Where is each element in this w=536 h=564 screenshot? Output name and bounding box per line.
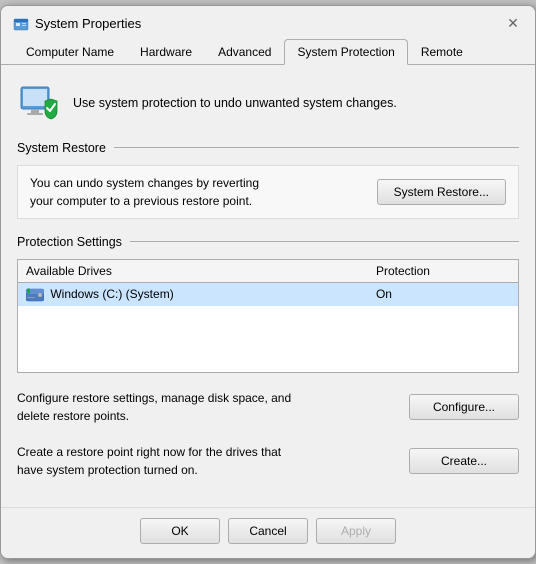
table-row[interactable]: Windows (C:) (System) On [18, 282, 519, 306]
cancel-button[interactable]: Cancel [228, 518, 308, 544]
dialog-footer: OK Cancel Apply [1, 507, 535, 558]
tab-hardware[interactable]: Hardware [127, 39, 205, 65]
drive-name: Windows (C:) (System) [18, 282, 368, 306]
system-restore-title: System Restore [17, 141, 106, 155]
system-restore-section: System Restore You can undo system chang… [17, 141, 519, 219]
window-icon [13, 16, 29, 32]
create-description: Create a restore point right now for the… [17, 443, 281, 479]
ok-button[interactable]: OK [140, 518, 220, 544]
configure-button[interactable]: Configure... [409, 394, 519, 420]
system-restore-header: System Restore [17, 141, 519, 155]
col-available-drives: Available Drives [18, 259, 368, 282]
tab-advanced[interactable]: Advanced [205, 39, 284, 65]
tab-remote[interactable]: Remote [408, 39, 476, 65]
section-divider-2 [130, 241, 519, 242]
system-protection-icon [17, 81, 61, 125]
table-row-empty-2 [18, 328, 519, 350]
create-button[interactable]: Create... [409, 448, 519, 474]
drives-table: Available Drives Protection [17, 259, 519, 373]
system-restore-description: You can undo system changes by reverting… [30, 174, 259, 210]
close-button[interactable]: ✕ [503, 14, 523, 34]
hdd-icon [26, 287, 50, 301]
configure-row: Configure restore settings, manage disk … [17, 385, 519, 429]
protection-settings-title: Protection Settings [17, 235, 122, 249]
system-restore-button[interactable]: System Restore... [377, 179, 506, 205]
tab-content: Use system protection to undo unwanted s… [1, 65, 535, 507]
system-properties-dialog: System Properties ✕ Computer Name Hardwa… [0, 5, 536, 559]
system-restore-row: You can undo system changes by reverting… [17, 165, 519, 219]
protection-settings-section: Protection Settings Available Drives Pro… [17, 235, 519, 483]
tab-computer-name[interactable]: Computer Name [13, 39, 127, 65]
tab-bar: Computer Name Hardware Advanced System P… [1, 34, 535, 65]
create-row: Create a restore point right now for the… [17, 439, 519, 483]
window-title: System Properties [35, 16, 141, 31]
drive-protection-status: On [368, 282, 519, 306]
intro-text: Use system protection to undo unwanted s… [73, 96, 397, 110]
protection-settings-header: Protection Settings [17, 235, 519, 249]
intro-section: Use system protection to undo unwanted s… [17, 81, 519, 125]
table-row-empty-3 [18, 350, 519, 373]
apply-button[interactable]: Apply [316, 518, 396, 544]
table-row-empty-1 [18, 306, 519, 328]
configure-description: Configure restore settings, manage disk … [17, 389, 291, 425]
col-protection: Protection [368, 259, 519, 282]
title-bar: System Properties ✕ [1, 6, 535, 34]
section-divider [114, 147, 519, 148]
tab-system-protection[interactable]: System Protection [284, 39, 407, 65]
